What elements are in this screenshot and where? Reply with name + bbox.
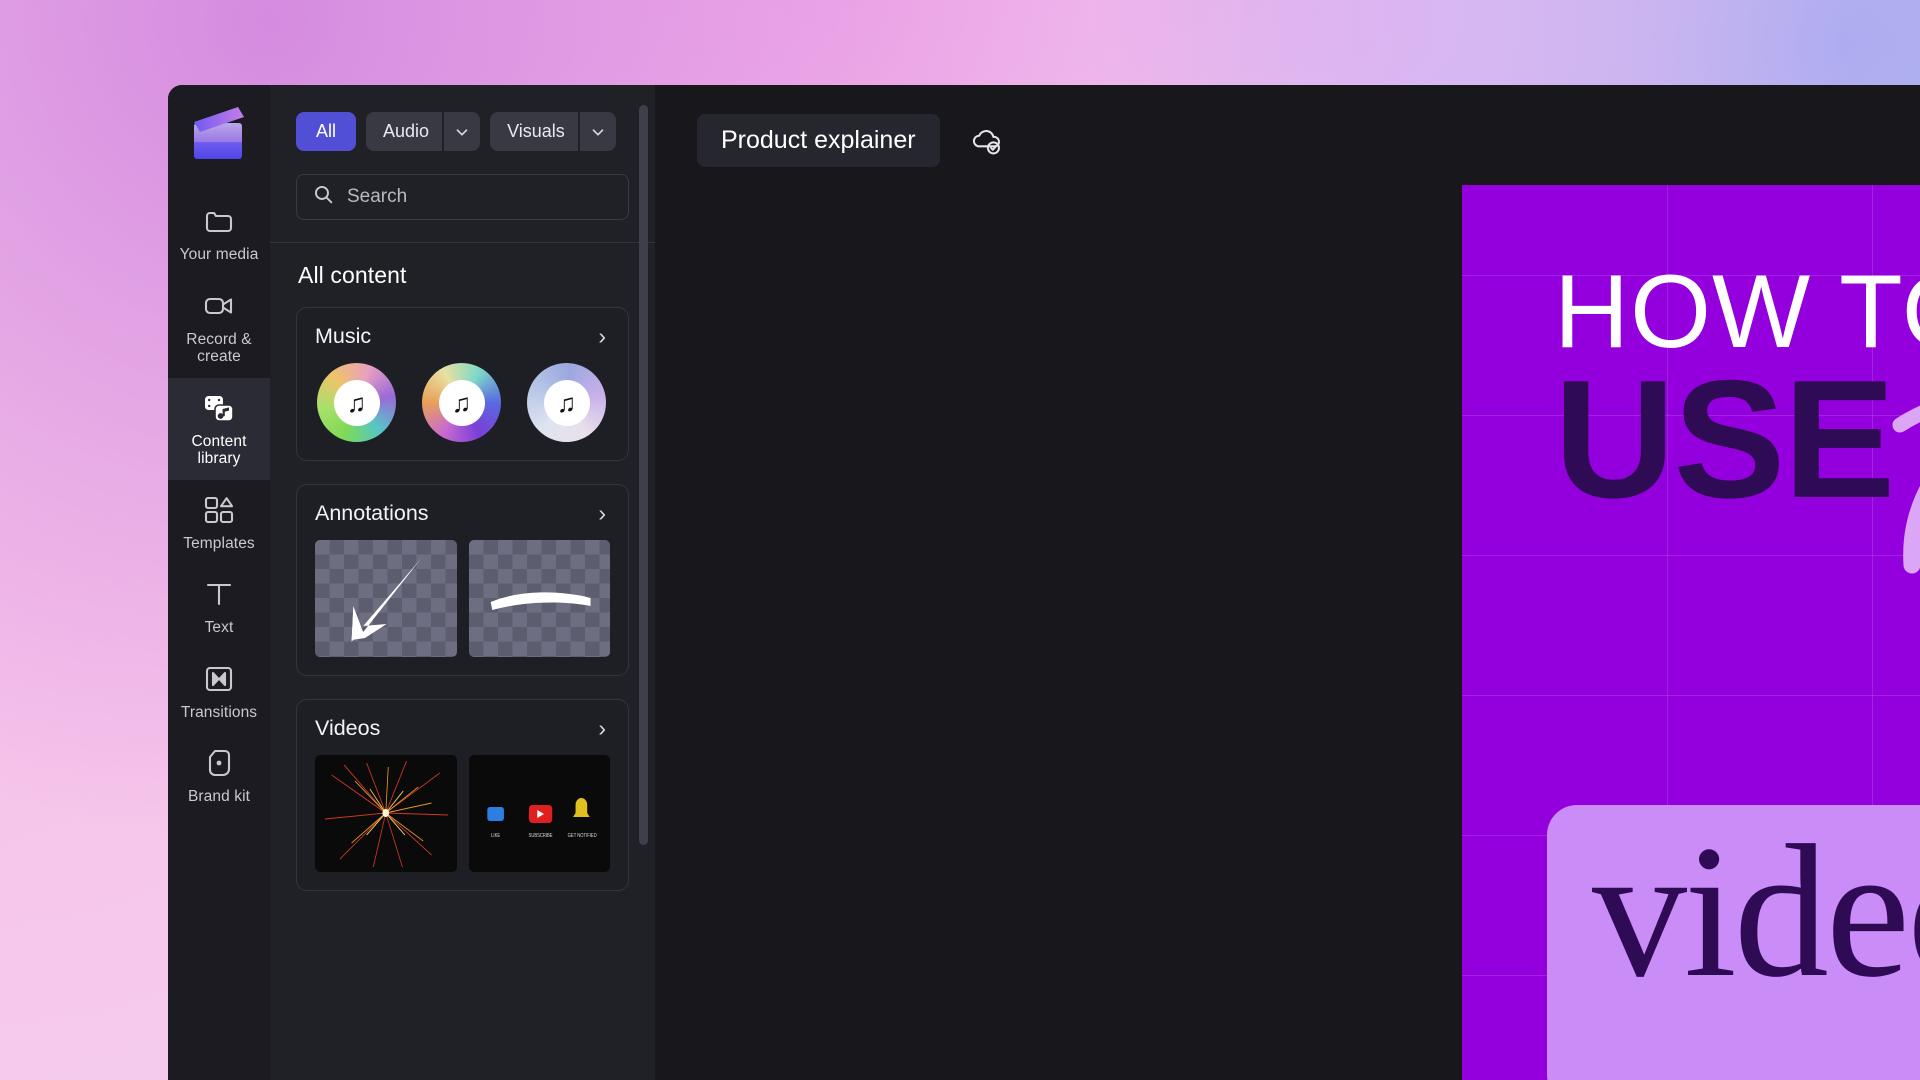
app-window: Your media Record & create Content libra… <box>168 85 1920 1080</box>
sidebar-item-label: Text <box>204 619 234 636</box>
content-library-panel: All Audio Visuals Search All content Mus… <box>270 85 824 1080</box>
section-header[interactable]: Annotations › <box>315 501 610 526</box>
video-preview-canvas[interactable]: HOW TO USE EX video <box>1462 185 1920 1080</box>
annotation-thumb-row <box>315 540 610 657</box>
music-note-icon: ♫ <box>451 387 472 418</box>
svg-text:GET NOTIFIED: GET NOTIFIED <box>567 833 597 838</box>
preview-heading-line2: USE EX <box>1554 345 1920 533</box>
particle-burst-video-thumbnail[interactable] <box>315 755 457 872</box>
folder-icon <box>202 204 236 238</box>
library-scroll-area[interactable]: All content Music › ♫ ♫ ♫ Annotations › <box>270 243 655 1080</box>
music-note-icon: ♫ <box>556 387 577 418</box>
underline-stroke-annotation-thumbnail[interactable] <box>468 540 610 657</box>
svg-text:LIKE: LIKE <box>491 833 500 838</box>
section-title: Annotations <box>315 501 429 525</box>
filter-visuals-group: Visuals <box>490 112 616 151</box>
sidebar-item-text[interactable]: Text <box>168 564 270 649</box>
sidebar-item-templates[interactable]: Templates <box>168 480 270 565</box>
chevron-right-icon[interactable]: › <box>598 325 610 348</box>
chevron-down-icon[interactable] <box>444 112 481 151</box>
text-t-icon <box>202 577 236 611</box>
chevron-down-icon[interactable] <box>579 112 616 151</box>
svg-text:SUBSCRIBE: SUBSCRIBE <box>528 833 552 838</box>
sidebar-item-transitions[interactable]: Transitions <box>168 649 270 734</box>
sidebar-item-label: Transitions <box>180 703 258 721</box>
cloud-saved-icon[interactable] <box>966 121 1006 161</box>
preview-heading-line3: video <box>1592 807 1920 1017</box>
music-disc-purple[interactable]: ♫ <box>422 363 501 442</box>
sidebar-item-record-create[interactable]: Record & create <box>168 276 270 378</box>
music-disc-row: ♫ ♫ ♫ <box>315 363 610 442</box>
content-library-icon <box>202 391 236 425</box>
sidebar-item-label: Brand kit <box>187 788 251 805</box>
section-annotations: Annotations › <box>296 484 629 676</box>
filter-row: All Audio Visuals <box>270 85 655 151</box>
filter-visuals-button[interactable]: Visuals <box>490 112 578 151</box>
search-input[interactable] <box>347 186 612 208</box>
section-videos: Videos › LIKE SUBSCRIBE GET NOTIFIED <box>296 699 629 891</box>
filter-audio-button[interactable]: Audio <box>366 112 443 151</box>
search-icon <box>313 184 334 210</box>
chevron-right-icon[interactable]: › <box>598 717 610 740</box>
section-title: Videos <box>315 716 381 740</box>
sidebar-item-label: Templates <box>183 534 255 552</box>
arrow-annotation-thumbnail[interactable] <box>315 540 457 657</box>
sidebar-item-brand-kit[interactable]: Brand kit <box>168 733 270 818</box>
brand-kit-icon <box>202 746 236 780</box>
music-disc-silver[interactable]: ♫ <box>527 363 606 442</box>
section-title: Music <box>315 324 372 348</box>
section-header[interactable]: Videos › <box>315 716 610 741</box>
stage-header: Product explainer <box>655 85 1920 167</box>
filter-audio-group: Audio <box>366 112 481 151</box>
editor-stage: Product explainer HOW TO <box>655 85 1920 1080</box>
sidebar: Your media Record & create Content libra… <box>168 85 270 1080</box>
library-scrollbar[interactable] <box>639 105 648 845</box>
sidebar-item-label: Record & create <box>186 330 252 366</box>
transitions-icon <box>202 662 236 696</box>
sidebar-item-content-library[interactable]: Content library <box>168 377 270 480</box>
chevron-right-icon[interactable]: › <box>598 502 610 525</box>
video-camera-icon <box>202 289 236 323</box>
subscribe-buttons-video-thumbnail[interactable]: LIKE SUBSCRIBE GET NOTIFIED <box>468 755 610 872</box>
sidebar-item-your-media[interactable]: Your media <box>168 191 270 276</box>
preview-caption-card: video <box>1547 805 1920 1080</box>
all-content-heading: All content <box>298 262 407 288</box>
section-music: Music › ♫ ♫ ♫ <box>296 307 629 461</box>
sidebar-item-label: Your media <box>179 246 259 263</box>
templates-grid-icon <box>202 493 236 527</box>
clapperboard-icon[interactable] <box>188 103 250 165</box>
video-thumb-row: LIKE SUBSCRIBE GET NOTIFIED <box>315 755 610 872</box>
music-disc-green[interactable]: ♫ <box>317 363 396 442</box>
filter-all-button[interactable]: All <box>296 112 357 151</box>
search-bar[interactable] <box>296 174 629 220</box>
section-header[interactable]: Music › <box>315 324 610 349</box>
sidebar-item-label: Content library <box>191 432 247 468</box>
project-name-field[interactable]: Product explainer <box>697 114 940 167</box>
music-note-icon: ♫ <box>346 387 367 418</box>
